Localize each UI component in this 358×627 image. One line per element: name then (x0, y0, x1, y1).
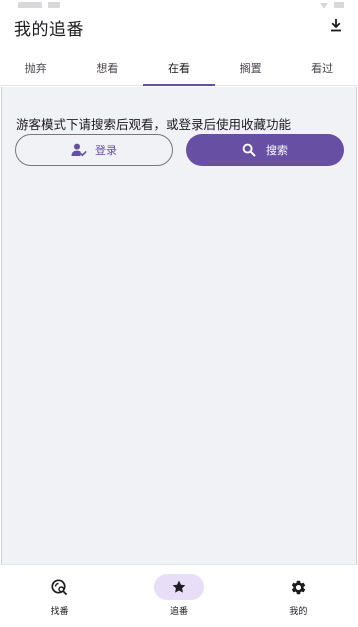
tab-watched[interactable]: 看过 (286, 50, 358, 85)
page-title: 我的追番 (14, 20, 84, 40)
search-button[interactable]: 搜索 (186, 134, 344, 166)
top-app-bar: 我的追番 (0, 8, 358, 48)
nav-indicator (273, 574, 323, 600)
guest-mode-message: 游客模式下请搜索后观看，或登录后使用收藏功能 (16, 117, 292, 132)
nav-indicator (35, 574, 85, 600)
star-icon (172, 580, 186, 593)
nav-label-mine: 我的 (289, 607, 308, 617)
tab-dropped[interactable]: 抛弃 (0, 50, 72, 85)
person-check-icon (71, 143, 87, 157)
collection-tabs: 抛弃 想看 在看 搁置 看过 (0, 50, 358, 86)
download-icon (331, 19, 341, 32)
nav-item-following[interactable]: 追番 (119, 565, 238, 627)
search-button-label: 搜索 (266, 144, 288, 157)
nav-label-following: 追番 (169, 607, 188, 617)
login-button[interactable]: 登录 (15, 134, 173, 166)
bottom-navigation: 找番 追番 我的 (0, 564, 358, 627)
download-button[interactable] (326, 15, 346, 35)
nav-item-discover[interactable]: 找番 (0, 565, 119, 627)
nav-item-mine[interactable]: 我的 (239, 565, 358, 627)
gear-icon (291, 580, 305, 594)
content-area: 游客模式下请搜索后观看，或登录后使用收藏功能 登录 搜索 (1, 87, 357, 564)
search-icon (242, 143, 256, 157)
tab-wish[interactable]: 想看 (72, 50, 144, 85)
nav-indicator-active (153, 574, 204, 600)
discover-search-icon (51, 578, 68, 595)
login-button-label: 登录 (95, 144, 117, 157)
nav-label-discover: 找番 (50, 607, 69, 617)
tab-on-hold[interactable]: 搁置 (215, 50, 287, 85)
tab-watching[interactable]: 在看 (143, 50, 215, 86)
